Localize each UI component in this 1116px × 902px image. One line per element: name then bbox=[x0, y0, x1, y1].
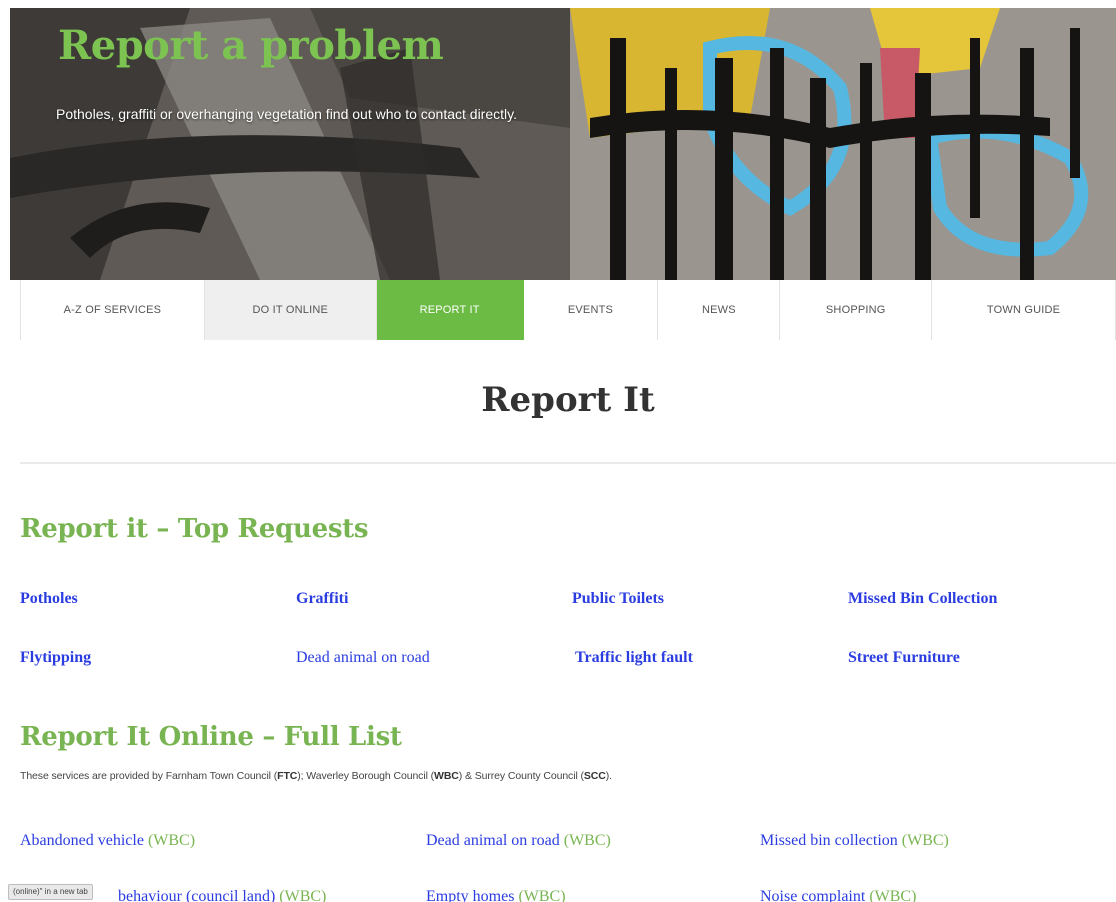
link-street-furniture[interactable]: Street Furniture bbox=[848, 649, 960, 667]
link-public-toilets[interactable]: Public Toilets bbox=[572, 590, 664, 608]
main-nav: A-Z OF SERVICES DO IT ONLINE REPORT IT E… bbox=[20, 280, 1116, 340]
tab-town-guide[interactable]: TOWN GUIDE bbox=[932, 280, 1116, 340]
hero-title: Report a problem bbox=[58, 22, 444, 69]
link-label: Empty homes bbox=[426, 888, 515, 902]
intro-abbr-wbc: WBC bbox=[434, 770, 459, 782]
link-label: Abandoned vehicle bbox=[20, 832, 144, 849]
link-dead-animal-on-road-full[interactable]: Dead animal on road (WBC) bbox=[426, 832, 611, 850]
hero-subtitle: Potholes, graffiti or overhanging vegeta… bbox=[56, 106, 517, 122]
page: Report a problem Potholes, graffiti or o… bbox=[0, 0, 1116, 902]
intro-abbr-ftc: FTC bbox=[277, 770, 298, 782]
page-title: Report It bbox=[481, 380, 655, 420]
link-missed-bin-collection[interactable]: Missed Bin Collection bbox=[848, 590, 997, 608]
council-tag: (WBC) bbox=[147, 832, 196, 849]
intro-text-suffix: ). bbox=[605, 770, 612, 782]
council-tag: (WBC) bbox=[901, 832, 949, 849]
link-noise-complaint[interactable]: Noise complaint (WBC) bbox=[760, 888, 916, 902]
intro-text-prefix: These services are provided by Farnham T… bbox=[20, 770, 278, 782]
intro-text-mid-2: ) & Surrey County Council ( bbox=[458, 770, 584, 782]
intro-text-mid-1: ); Waverley Borough Council ( bbox=[297, 770, 435, 782]
full-list-heading: Report It Online – Full List bbox=[20, 722, 402, 752]
tab-report-it[interactable]: REPORT IT bbox=[376, 280, 524, 340]
link-label: Noise complaint bbox=[760, 888, 866, 902]
link-graffiti[interactable]: Graffiti bbox=[296, 590, 348, 608]
link-traffic-light-fault[interactable]: Traffic light fault bbox=[575, 649, 693, 667]
councils-intro-text: These services are provided by Farnham T… bbox=[20, 770, 612, 782]
link-empty-homes[interactable]: Empty homes (WBC) bbox=[426, 888, 566, 902]
link-potholes[interactable]: Potholes bbox=[20, 590, 78, 608]
link-dead-animal-on-road[interactable]: Dead animal on road bbox=[296, 649, 430, 667]
title-divider bbox=[20, 462, 1116, 464]
tab-shopping[interactable]: SHOPPING bbox=[780, 280, 933, 340]
tab-events[interactable]: EVENTS bbox=[523, 280, 659, 340]
link-missed-bin-collection-full[interactable]: Missed bin collection (WBC) bbox=[760, 832, 949, 850]
link-label: Dead animal on road bbox=[426, 832, 560, 849]
link-label: Missed bin collection bbox=[760, 832, 898, 849]
hero-banner: Report a problem Potholes, graffiti or o… bbox=[10, 8, 1116, 280]
link-abandoned-vehicle[interactable]: Abandoned vehicle (WBC) bbox=[20, 832, 195, 850]
council-tag: (WBC) bbox=[518, 888, 566, 902]
tab-a-z-of-services[interactable]: A-Z OF SERVICES bbox=[21, 280, 205, 340]
council-tag: (WBC) bbox=[279, 888, 327, 902]
link-flytipping[interactable]: Flytipping bbox=[20, 649, 91, 667]
top-requests-heading: Report it – Top Requests bbox=[20, 514, 369, 544]
council-tag: (WBC) bbox=[563, 832, 611, 849]
council-tag: (WBC) bbox=[869, 888, 917, 902]
link-antisocial-behaviour[interactable]: behaviour (council land) (WBC) bbox=[118, 888, 326, 902]
link-status-tooltip: (online)" in a new tab bbox=[8, 884, 93, 900]
tab-do-it-online[interactable]: DO IT ONLINE bbox=[204, 280, 377, 340]
link-label: behaviour (council land) bbox=[118, 888, 276, 902]
intro-abbr-scc: SCC bbox=[583, 770, 606, 782]
tab-news[interactable]: NEWS bbox=[658, 280, 781, 340]
